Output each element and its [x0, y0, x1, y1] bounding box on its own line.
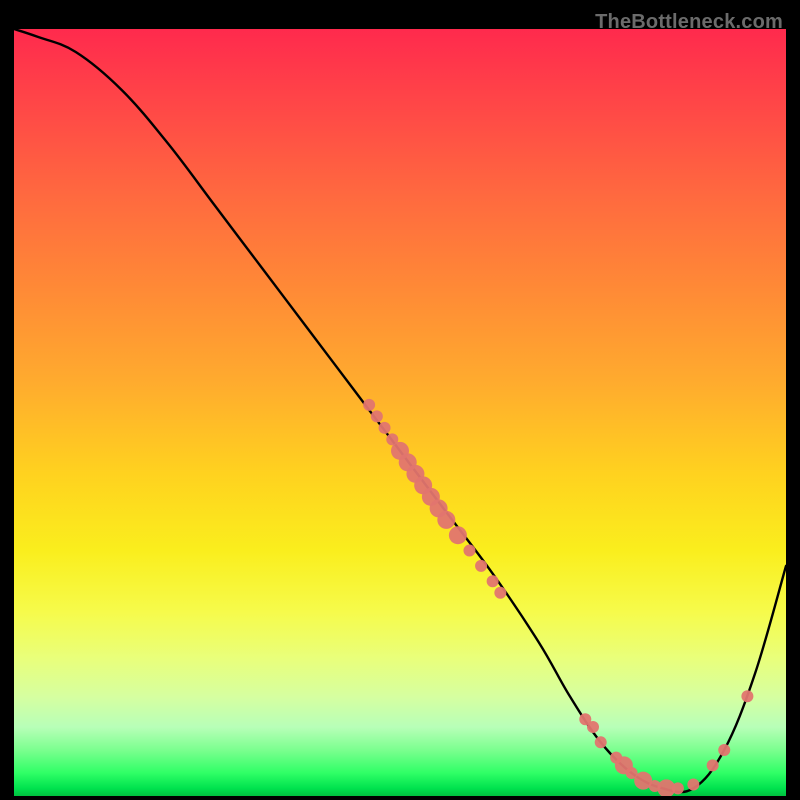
plot-area	[14, 29, 786, 796]
chart-svg	[14, 29, 786, 796]
data-marker	[487, 575, 499, 587]
curve-layer	[14, 29, 786, 792]
chart-frame: TheBottleneck.com	[11, 11, 789, 789]
data-marker	[595, 736, 607, 748]
data-marker	[475, 560, 487, 572]
data-marker	[437, 511, 455, 529]
data-marker	[672, 782, 684, 794]
data-marker	[371, 410, 383, 422]
data-marker	[687, 778, 699, 790]
data-marker	[707, 759, 719, 771]
marker-layer	[363, 399, 753, 796]
data-marker	[494, 587, 506, 599]
data-marker	[718, 744, 730, 756]
bottleneck-curve	[14, 29, 786, 792]
data-marker	[463, 545, 475, 557]
watermark-text: TheBottleneck.com	[595, 11, 783, 34]
data-marker	[379, 422, 391, 434]
data-marker	[449, 526, 467, 544]
data-marker	[363, 399, 375, 411]
data-marker	[587, 721, 599, 733]
data-marker	[741, 690, 753, 702]
